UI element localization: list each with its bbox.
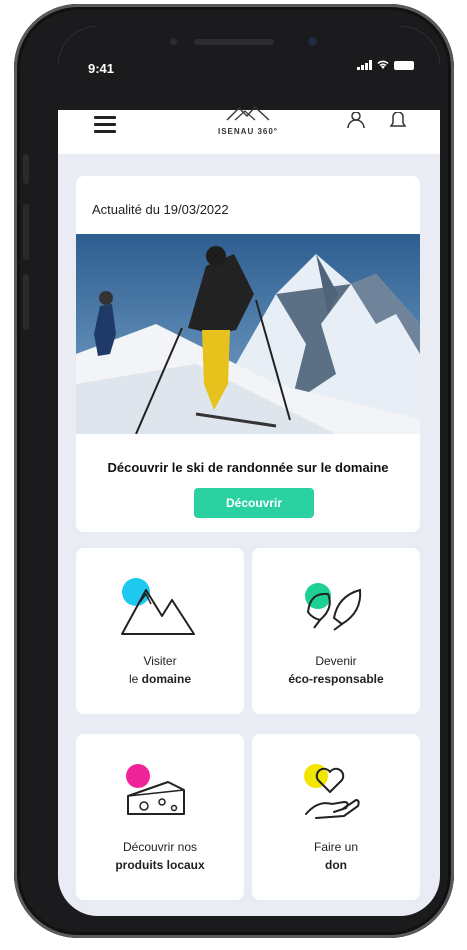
- logo-mountain-icon: [226, 106, 270, 121]
- speaker: [194, 39, 274, 45]
- heart-hand-icon: [304, 764, 360, 819]
- tile-donate[interactable]: Faire un don: [252, 734, 420, 900]
- status-time: 9:41: [88, 61, 115, 76]
- mute-switch: [23, 154, 29, 184]
- status-icons: [357, 60, 414, 70]
- user-icon[interactable]: [346, 112, 366, 128]
- tile-line1: Faire un: [313, 840, 359, 854]
- tile-line2-bold: éco-responsable: [288, 672, 384, 686]
- tile-line1: Devenir: [315, 654, 357, 668]
- tile-text: Faire un don: [252, 838, 420, 874]
- ski-touring-photo[interactable]: [76, 234, 420, 434]
- leaf-icon: [305, 583, 362, 631]
- tile-line1: Visiter: [143, 654, 177, 668]
- bell-icon[interactable]: [388, 112, 408, 128]
- volume-down-button: [23, 274, 29, 330]
- tile-line2-bold: don: [325, 858, 347, 872]
- volume-up-button: [23, 204, 29, 260]
- mountain-icon: [121, 578, 195, 635]
- app-logo: ISENAU 360°: [198, 104, 298, 136]
- tile-line1: Découvrir nos: [122, 840, 198, 854]
- status-bar: 9:41: [58, 26, 440, 110]
- discover-button[interactable]: Découvrir: [194, 488, 314, 518]
- app-header: ISENAU 360°: [58, 106, 440, 154]
- signal-icon: [357, 60, 372, 70]
- front-camera: [308, 37, 317, 46]
- tile-text: Devenir éco-responsable: [252, 652, 420, 688]
- screen: 9:41 ISENAU 360° Actualité du 19/03/2022…: [58, 26, 440, 916]
- news-date: Actualité du 19/03/2022: [92, 202, 229, 217]
- tile-line2-prefix: le: [128, 672, 142, 686]
- tile-line2-bold: domaine: [141, 672, 192, 686]
- tile-line2-bold: produits locaux: [115, 858, 205, 872]
- sensor: [170, 38, 177, 45]
- news-card[interactable]: Actualité du 19/03/2022 Découvrir le ski…: [76, 176, 420, 532]
- tile-eco-responsible[interactable]: Devenir éco-responsable: [252, 548, 420, 714]
- cheese-icon: [126, 764, 185, 815]
- battery-icon: [394, 60, 414, 70]
- tile-visit-domain[interactable]: Visiter le domaine: [76, 548, 244, 714]
- tile-text: Découvrir nos produits locaux: [76, 838, 244, 874]
- menu-icon[interactable]: [94, 116, 116, 133]
- news-title: Découvrir le ski de randonnée sur le dom…: [107, 460, 389, 475]
- logo-text: ISENAU 360°: [218, 127, 278, 136]
- tile-text: Visiter le domaine: [76, 652, 244, 688]
- phone-frame: 9:41 ISENAU 360° Actualité du 19/03/2022…: [14, 4, 454, 938]
- tile-local-products[interactable]: Découvrir nos produits locaux: [76, 734, 244, 900]
- wifi-icon: [377, 60, 389, 69]
